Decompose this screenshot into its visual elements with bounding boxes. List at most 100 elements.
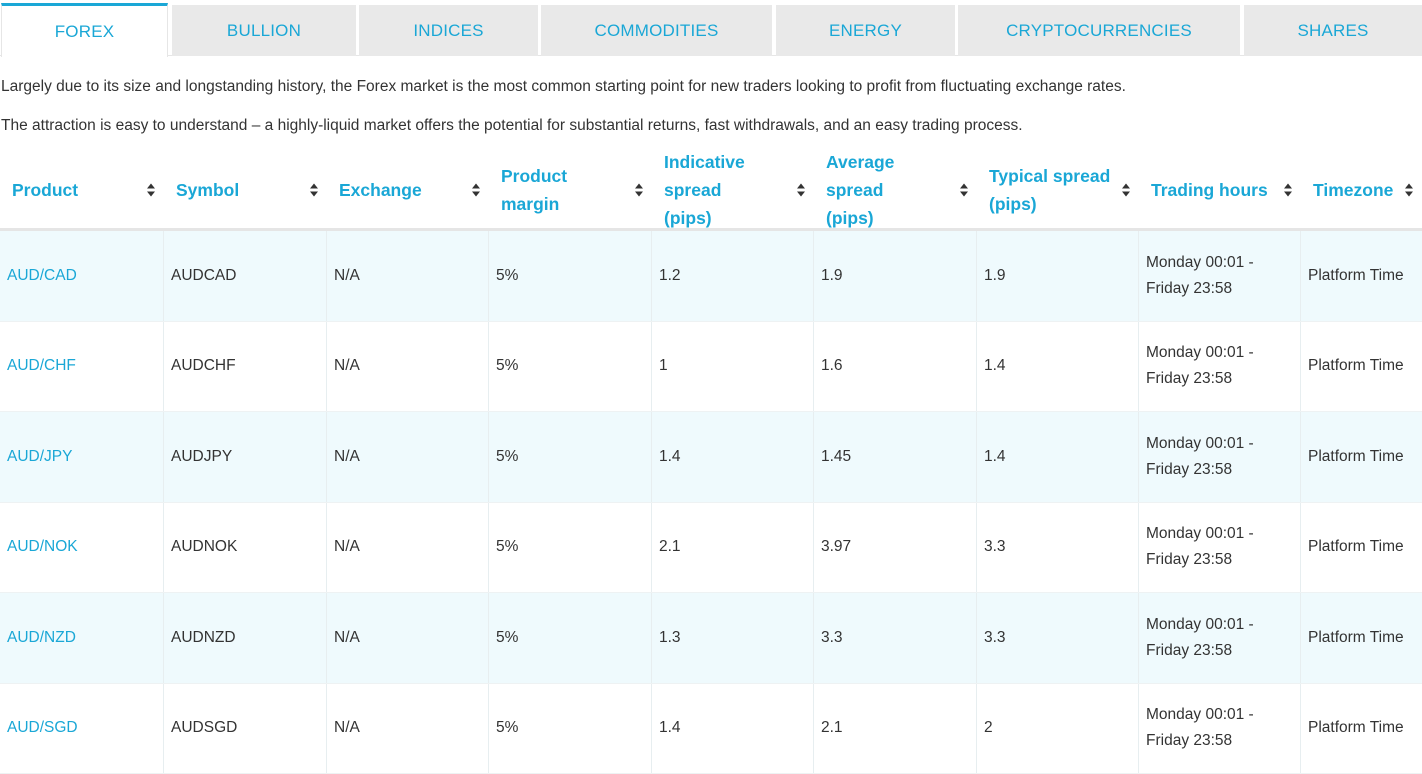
cell-trading-hours: Monday 00:01 -Friday 23:58 (1139, 684, 1301, 774)
column-header-label: Trading hours (1151, 176, 1268, 204)
column-header-label: Indicative spread(pips) (664, 148, 792, 232)
column-header-product[interactable]: Product (0, 151, 164, 228)
table-row: AUD/CADAUDCADN/A5%1.21.91.9Monday 00:01 … (0, 231, 1422, 322)
cell-exchange: N/A (327, 322, 489, 412)
table-body: AUD/CADAUDCADN/A5%1.21.91.9Monday 00:01 … (0, 231, 1422, 774)
column-header-unit: (pips) (989, 194, 1037, 214)
cell-average-spread: 3.97 (814, 503, 977, 593)
cell-indicative-spread: 1.3 (652, 593, 814, 683)
cell-timezone: Platform Time (1301, 322, 1422, 412)
column-header-text: Exchange (339, 180, 422, 200)
cell-trading-hours: Monday 00:01 -Friday 23:58 (1139, 503, 1301, 593)
cell-timezone: Platform Time (1301, 684, 1422, 774)
trading-hours-end: Friday 23:58 (1146, 370, 1232, 387)
sort-icon[interactable] (472, 183, 481, 196)
table-row: AUD/SGDAUDSGDN/A5%1.42.12Monday 00:01 -F… (0, 684, 1422, 774)
column-header-label: Timezone (1313, 176, 1393, 204)
trading-hours-start: Monday 00:01 - (1146, 435, 1254, 452)
trading-hours-start: Monday 00:01 - (1146, 706, 1254, 723)
tab-energy[interactable]: ENERGY (776, 5, 955, 56)
cell-exchange: N/A (327, 684, 489, 774)
cell-average-spread: 1.45 (814, 412, 977, 502)
sort-icon[interactable] (960, 183, 969, 196)
column-header-product-margin[interactable]: Product margin (489, 151, 652, 228)
cell-trading-hours: Monday 00:01 -Friday 23:58 (1139, 412, 1301, 502)
intro-paragraph-2: The attraction is easy to understand – a… (1, 117, 1023, 135)
cell-product-margin: 5% (489, 322, 652, 412)
cell-trading-hours: Monday 00:01 - Friday 23:58 (1139, 593, 1301, 683)
cell-exchange: N/A (327, 412, 489, 502)
column-header-label: Typical spread(pips) (989, 162, 1110, 218)
cell-typical-spread: 1.4 (977, 412, 1139, 502)
trading-hours-end: Friday 23:58 (1146, 642, 1232, 659)
cell-product[interactable]: AUD/NZD (0, 593, 164, 683)
table-row: AUD/NZDAUDNZDN/A5%1.33.33.3Monday 00:01 … (0, 593, 1422, 684)
cell-timezone: Platform Time (1301, 503, 1422, 593)
cell-indicative-spread: 1.4 (652, 412, 814, 502)
column-header-text: Trading hours (1151, 180, 1268, 200)
trading-hours-end: Friday 23:58 (1146, 551, 1232, 568)
cell-product-margin: 5% (489, 231, 652, 321)
column-header-text: Product margin (501, 166, 567, 214)
tab-bullion[interactable]: BULLION (172, 5, 356, 56)
table-row: AUD/JPYAUDJPYN/A5%1.41.451.4Monday 00:01… (0, 412, 1422, 503)
column-header-label: Exchange (339, 176, 422, 204)
market-tabs: FOREX BULLION INDICES COMMODITIES ENERGY… (0, 0, 1422, 56)
trading-hours-start: Monday 00:01 - (1146, 616, 1254, 633)
cell-exchange: N/A (327, 231, 489, 321)
column-header-typical-spread[interactable]: Typical spread(pips) (977, 151, 1139, 228)
cell-product[interactable]: AUD/NOK (0, 503, 164, 593)
column-header-symbol[interactable]: Symbol (164, 151, 327, 228)
cell-symbol: AUDCHF (164, 322, 327, 412)
tab-indices[interactable]: INDICES (359, 5, 538, 56)
column-header-label: Symbol (176, 176, 239, 204)
cell-trading-hours: Monday 00:01 - Friday 23:58 (1139, 322, 1301, 412)
cell-average-spread: 3.3 (814, 593, 977, 683)
cell-timezone: Platform Time (1301, 412, 1422, 502)
tab-commodities[interactable]: COMMODITIES (541, 5, 772, 56)
column-header-unit: (pips) (826, 208, 874, 228)
cell-exchange: N/A (327, 593, 489, 683)
cell-symbol: AUDNZD (164, 593, 327, 683)
table-row: AUD/CHFAUDCHFN/A5%11.61.4Monday 00:01 -F… (0, 322, 1422, 413)
column-header-average-spread[interactable]: Average spread (pips) (814, 151, 977, 228)
tab-forex[interactable]: FOREX (1, 3, 168, 57)
trading-hours-text: Monday 00:01 -Friday 23:58 (1146, 521, 1254, 573)
cell-product[interactable]: AUD/CHF (0, 322, 164, 412)
trading-hours-text: Monday 00:01 -Friday 23:58 (1146, 250, 1254, 302)
tab-shares[interactable]: SHARES (1244, 5, 1422, 56)
column-header-text: Timezone (1313, 180, 1393, 200)
column-header-timezone[interactable]: Timezone (1301, 151, 1422, 228)
cell-timezone: Platform Time (1301, 593, 1422, 683)
tab-cryptocurrencies[interactable]: CRYPTOCURRENCIES (958, 5, 1240, 56)
trading-hours-start: Monday 00:01 - (1146, 344, 1254, 361)
cell-indicative-spread: 1 (652, 322, 814, 412)
intro-paragraph-1: Largely due to its size and longstanding… (1, 78, 1126, 96)
column-header-text: Average spread (826, 152, 894, 200)
sort-icon[interactable] (1122, 183, 1131, 196)
cell-product[interactable]: AUD/SGD (0, 684, 164, 774)
sort-icon[interactable] (310, 183, 319, 196)
column-header-exchange[interactable]: Exchange (327, 151, 489, 228)
column-header-unit: (pips) (664, 208, 712, 228)
cell-typical-spread: 3.3 (977, 503, 1139, 593)
cell-trading-hours: Monday 00:01 -Friday 23:58 (1139, 231, 1301, 321)
column-header-trading-hours[interactable]: Trading hours (1139, 151, 1301, 228)
column-header-label: Product margin (501, 162, 630, 218)
column-header-label: Average spread (pips) (826, 148, 955, 232)
column-header-indicative-spread[interactable]: Indicative spread(pips) (652, 151, 814, 228)
sort-icon[interactable] (147, 183, 156, 196)
forex-table: Product Symbol Exchange Product margin Indic… (0, 151, 1422, 774)
sort-icon[interactable] (635, 183, 644, 196)
cell-symbol: AUDCAD (164, 231, 327, 321)
trading-hours-text: Monday 00:01 -Friday 23:58 (1146, 702, 1254, 754)
cell-product-margin: 5% (489, 593, 652, 683)
cell-product[interactable]: AUD/JPY (0, 412, 164, 502)
sort-icon[interactable] (797, 183, 806, 196)
trading-hours-text: Monday 00:01 - Friday 23:58 (1146, 340, 1254, 392)
sort-icon[interactable] (1284, 183, 1293, 196)
sort-icon[interactable] (1405, 183, 1414, 196)
cell-product[interactable]: AUD/CAD (0, 231, 164, 321)
cell-indicative-spread: 1.4 (652, 684, 814, 774)
cell-indicative-spread: 1.2 (652, 231, 814, 321)
